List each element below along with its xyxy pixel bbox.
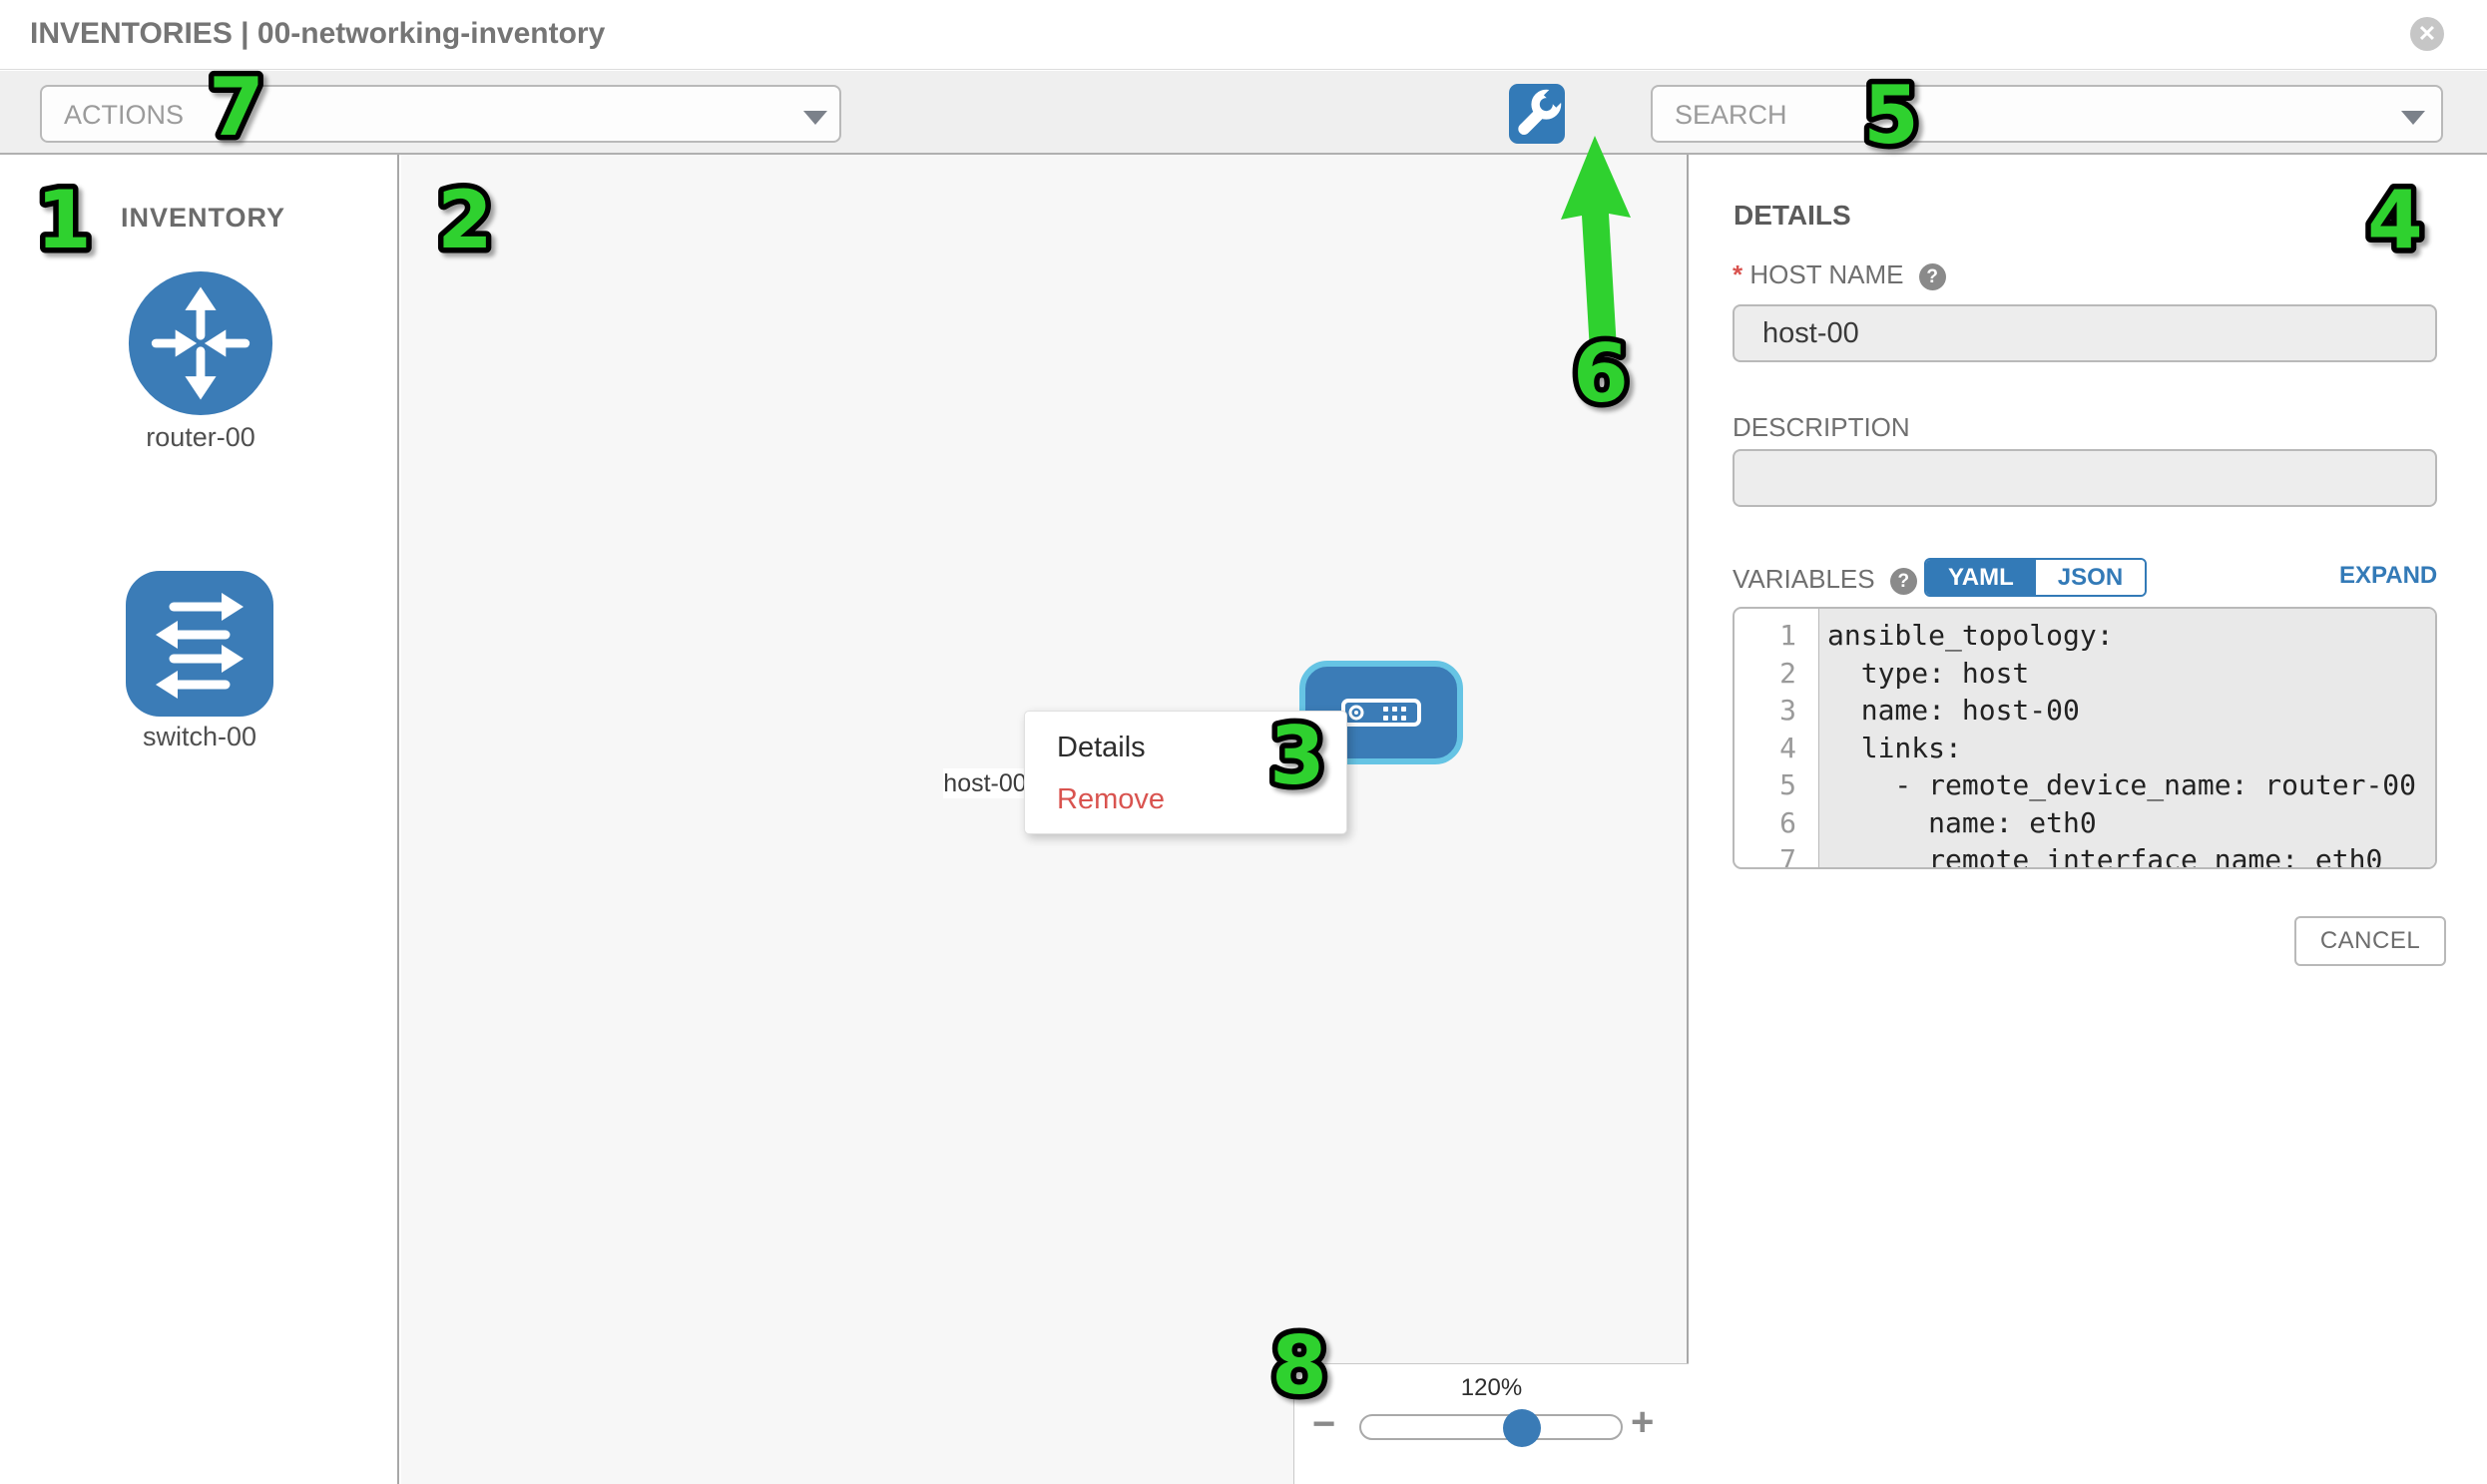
context-menu-item-remove[interactable]: Remove xyxy=(1057,783,1165,816)
zoom-out-button[interactable]: − xyxy=(1312,1402,1335,1447)
sidebar-title: INVENTORY xyxy=(121,203,285,234)
palette-item-switch[interactable]: switch-00 xyxy=(126,571,273,752)
header-bar: INVENTORIES | 00-networking-inventory ✕ xyxy=(0,0,2487,70)
toggle-json-button[interactable]: JSON xyxy=(2036,560,2145,595)
switch-icon xyxy=(126,571,273,717)
host-name-field[interactable] xyxy=(1733,304,2437,362)
palette-item-label: switch-00 xyxy=(126,722,273,752)
host-name-label: HOST NAME xyxy=(1749,259,1903,289)
code-rows: 1ansible_topology: 2 type: host 3 name: … xyxy=(1735,617,2435,869)
actions-dropdown[interactable]: ACTIONS xyxy=(40,85,841,143)
palette-item-router[interactable]: router-00 xyxy=(127,269,274,453)
details-panel: DETAILS * HOST NAME ? DESCRIPTION VARIAB… xyxy=(1691,155,2487,1484)
zoom-level-readout: 120% xyxy=(1294,1374,1689,1402)
required-asterisk: * xyxy=(1733,259,1742,289)
variables-label: VARIABLES xyxy=(1733,564,1875,594)
context-menu-item-details[interactable]: Details xyxy=(1057,732,1146,764)
code-line: 7 remote_interface_name: eth0 xyxy=(1735,841,2435,869)
node-context-menu: Details Remove xyxy=(1024,711,1347,834)
host-node-label: host-00 xyxy=(943,768,1027,798)
wrench-icon xyxy=(1509,84,1565,144)
code-line: 6 name: eth0 xyxy=(1735,804,2435,842)
help-icon[interactable]: ? xyxy=(1890,568,1917,595)
close-icon[interactable]: ✕ xyxy=(2410,17,2444,51)
code-line: 3 name: host-00 xyxy=(1735,692,2435,730)
inventory-sidebar: INVENTORY router-00 xyxy=(0,155,399,1484)
help-icon[interactable]: ? xyxy=(1919,263,1946,290)
inventory-topology-app: INVENTORIES | 00-networking-inventory ✕ … xyxy=(0,0,2487,1484)
actions-dropdown-placeholder: ACTIONS xyxy=(64,100,184,131)
toggle-yaml-button[interactable]: YAML xyxy=(1926,560,2036,595)
details-panel-title: DETAILS xyxy=(1734,200,1851,232)
code-line: 1ansible_topology: xyxy=(1735,617,2435,655)
expand-link[interactable]: EXPAND xyxy=(2339,562,2437,590)
toolbar: ACTIONS SEARCH xyxy=(0,71,2487,155)
zoom-slider-track[interactable] xyxy=(1359,1414,1623,1440)
description-label: DESCRIPTION xyxy=(1733,412,1910,443)
variables-label-row: VARIABLES ? xyxy=(1733,564,1917,595)
host-name-label-row: * HOST NAME ? xyxy=(1733,259,1946,290)
variables-code-editor[interactable]: 1ansible_topology: 2 type: host 3 name: … xyxy=(1733,607,2437,869)
palette-item-label: router-00 xyxy=(127,422,274,453)
router-icon xyxy=(127,269,274,417)
toolbox-button[interactable] xyxy=(1509,84,1565,144)
cancel-button[interactable]: CANCEL xyxy=(2294,916,2446,966)
code-line: 4 links: xyxy=(1735,730,2435,767)
host-icon xyxy=(1341,699,1421,727)
search-dropdown[interactable]: SEARCH xyxy=(1651,85,2443,143)
description-field[interactable] xyxy=(1733,449,2437,507)
code-line: 5 - remote_device_name: router-00 xyxy=(1735,766,2435,804)
zoom-slider-thumb[interactable] xyxy=(1503,1409,1541,1447)
zoom-in-button[interactable]: + xyxy=(1631,1400,1654,1445)
page-title: INVENTORIES | 00-networking-inventory xyxy=(30,17,605,51)
search-input-placeholder: SEARCH xyxy=(1675,100,1787,131)
variables-format-toggle: YAML JSON xyxy=(1924,558,2147,597)
chevron-down-icon xyxy=(2401,111,2425,125)
topology-canvas[interactable]: host-00 Details Remove 120% − + xyxy=(401,155,1689,1484)
code-line: 2 type: host xyxy=(1735,655,2435,693)
zoom-control-panel: 120% − + xyxy=(1293,1363,1689,1484)
chevron-down-icon xyxy=(803,111,827,125)
